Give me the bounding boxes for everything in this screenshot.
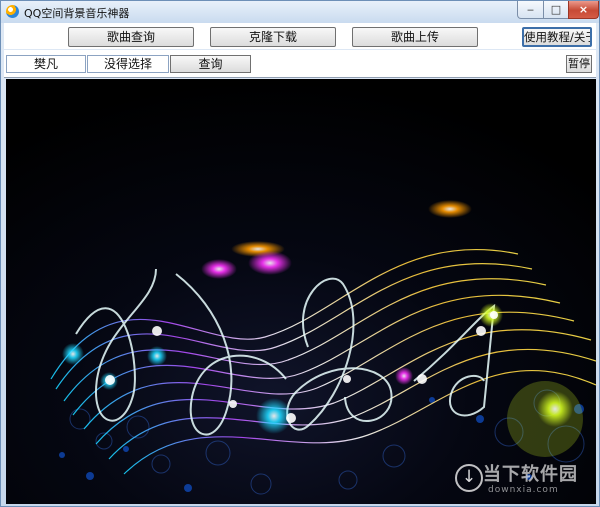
- colorful-music-notes-art: [6, 79, 596, 504]
- song-query-button[interactable]: 歌曲查询: [68, 27, 194, 47]
- close-button[interactable]: ×: [568, 1, 599, 19]
- query-button[interactable]: 查询: [170, 55, 251, 73]
- app-icon: [6, 5, 19, 18]
- maximize-button[interactable]: □: [543, 1, 569, 19]
- minimize-button[interactable]: ‒: [517, 1, 544, 19]
- window-title: QQ空间背景音乐神器: [24, 7, 130, 20]
- clone-download-button[interactable]: 克隆下载: [210, 27, 336, 47]
- help-about-button[interactable]: 使用教程/关于: [522, 27, 592, 47]
- watermark-brand: 当下软件园: [483, 464, 578, 485]
- artist-input[interactable]: 樊凡: [6, 55, 86, 73]
- pause-button[interactable]: 暂停: [566, 55, 592, 73]
- title-bar[interactable]: QQ空间背景音乐神器 ‒ □ ×: [1, 1, 599, 23]
- music-background-image: [6, 79, 596, 504]
- song-upload-button[interactable]: 歌曲上传: [352, 27, 478, 47]
- song-name-input[interactable]: 没得选择: [87, 55, 169, 73]
- app-window: QQ空间背景音乐神器 ‒ □ × 歌曲查询 克隆下载 歌曲上传 使用教程/关于 …: [0, 0, 600, 507]
- download-icon: ↓: [455, 464, 483, 492]
- watermark-url: downxia.com: [488, 485, 559, 495]
